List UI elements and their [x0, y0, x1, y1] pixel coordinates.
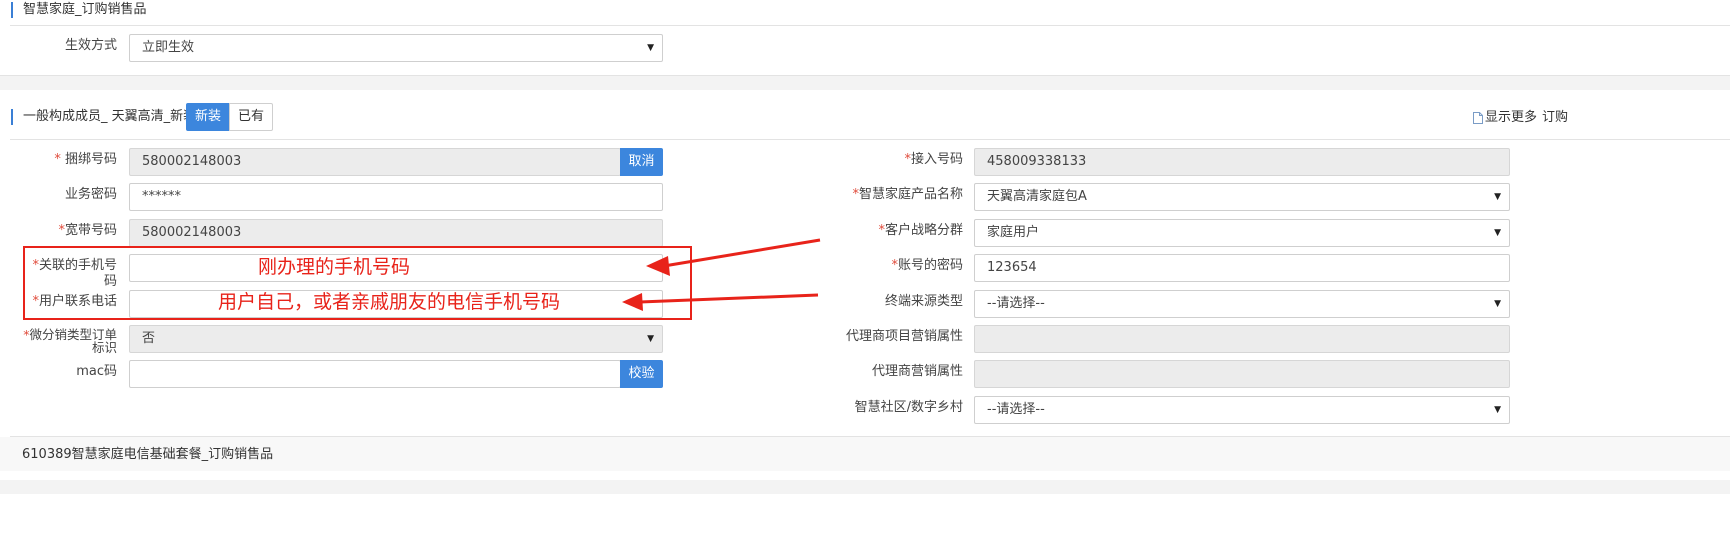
section-title-member: 一般构成成员_ 天翼高清_新装 — [11, 109, 196, 125]
product-name-value: 天翼高清家庭包A — [987, 189, 1087, 204]
micro-distribution-value: 否 — [142, 331, 156, 346]
community-label: 智慧社区/数字乡村 — [854, 400, 963, 415]
annotation-contact-note: 用户自己，或者亲戚朋友的电信手机号码 — [218, 291, 561, 313]
order-link[interactable]: 订购 — [1542, 110, 1568, 126]
bind-number-input[interactable]: 580002148003 — [129, 148, 621, 176]
broadband-number-label: *宽带号码 — [58, 223, 117, 238]
package-title: 610389智慧家庭电信基础套餐_订购销售品 — [22, 447, 274, 462]
agent-project-label: 代理商项目营销属性 — [845, 329, 963, 344]
community-select[interactable]: --请选择-- — [974, 396, 1510, 424]
customer-segment-label: *客户战略分群 — [878, 223, 963, 238]
annotation-mobile-note: 刚办理的手机号码 — [258, 256, 411, 278]
account-password-input[interactable]: 123654 — [974, 254, 1510, 282]
agent-marketing-input[interactable] — [974, 360, 1510, 388]
toggle-new-button[interactable]: 新装 — [186, 103, 230, 131]
micro-distribution-select[interactable]: 否 — [129, 325, 663, 353]
effect-mode-select[interactable]: 立即生效 — [129, 34, 663, 62]
access-number-input[interactable]: 458009338133 — [974, 148, 1510, 176]
account-password-label: *账号的密码 — [891, 258, 963, 273]
mac-input[interactable] — [129, 360, 621, 388]
section-title-smart-home: 智慧家庭_订购销售品 — [11, 2, 147, 18]
show-more-label: 显示更多 — [1485, 110, 1538, 125]
customer-segment-select[interactable]: 家庭用户 — [974, 219, 1510, 247]
terminal-source-label: 终端来源类型 — [884, 294, 963, 309]
business-password-input[interactable]: ****** — [129, 183, 663, 211]
divider — [10, 139, 1730, 140]
verify-button[interactable]: 校验 — [620, 360, 663, 388]
bind-number-label: * 捆绑号码 — [54, 152, 117, 167]
product-name-label: *智慧家庭产品名称 — [852, 187, 963, 202]
document-icon — [1473, 112, 1483, 124]
terminal-source-value: --请选择-- — [987, 296, 1045, 311]
micro-distribution-label: *微分销类型订单标识 — [23, 327, 117, 355]
product-name-select[interactable]: 天翼高清家庭包A — [974, 183, 1510, 211]
section-gap — [0, 480, 1730, 494]
effect-mode-value: 立即生效 — [142, 40, 195, 55]
effect-mode-label: 生效方式 — [64, 38, 117, 53]
access-number-label: *接入号码 — [904, 152, 963, 167]
divider — [10, 25, 1730, 26]
cancel-button[interactable]: 取消 — [620, 148, 663, 176]
business-password-label: 业务密码 — [64, 187, 117, 202]
agent-marketing-label: 代理商营销属性 — [871, 364, 963, 379]
customer-segment-value: 家庭用户 — [987, 225, 1040, 240]
section-gap — [0, 76, 1730, 90]
agent-project-input[interactable] — [974, 325, 1510, 353]
toggle-existing-button[interactable]: 已有 — [229, 103, 273, 131]
mac-label: mac码 — [76, 364, 117, 379]
community-value: --请选择-- — [987, 402, 1045, 417]
terminal-source-select[interactable]: --请选择-- — [974, 290, 1510, 318]
broadband-number-input[interactable]: 580002148003 — [129, 219, 663, 247]
